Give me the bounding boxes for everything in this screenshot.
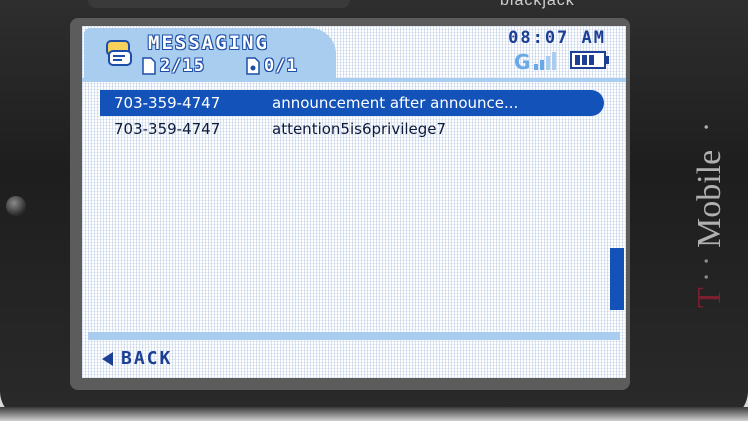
- document-icon: [142, 57, 156, 75]
- back-label: BACK: [121, 348, 173, 369]
- svg-text:·: ·: [690, 122, 723, 132]
- mms-count: 0/1: [264, 56, 298, 76]
- message-sender: 703-359-4747: [114, 120, 221, 138]
- scrollbar[interactable]: [610, 248, 624, 310]
- device-brand-label: blackjack: [500, 0, 575, 9]
- svg-text:Mobile: Mobile: [691, 150, 728, 248]
- svg-text:T: T: [691, 287, 728, 308]
- sms-count: 2/15: [160, 56, 205, 76]
- message-subject: attention5is6privilege7: [272, 120, 447, 138]
- screen: MESSAGING 2/15 0/1 08:07 AM G 703-359-47…: [82, 26, 626, 378]
- back-arrow-icon: [102, 351, 113, 366]
- side-button[interactable]: [6, 196, 26, 216]
- message-subject: announcement after announce...: [272, 94, 519, 112]
- carrier-logo: T · · Mobile ·: [650, 78, 748, 318]
- svg-text:·: ·: [690, 256, 723, 266]
- list-item[interactable]: 703-359-4747 attention5is6privilege7: [100, 116, 604, 142]
- signal-strength-icon: G: [514, 50, 556, 72]
- messaging-icon: [106, 40, 132, 66]
- message-list: 703-359-4747 announcement after announce…: [100, 90, 604, 142]
- phone-body: blackjack T · · Mobile · MESSAGING 2/15 …: [0, 0, 748, 421]
- svg-text:·: ·: [690, 272, 723, 282]
- battery-icon: [570, 51, 609, 69]
- mms-counter: 0/1: [246, 56, 298, 76]
- footer-divider: [88, 332, 620, 340]
- svg-text:G: G: [514, 50, 530, 72]
- header-tab: MESSAGING 2/15 0/1: [84, 28, 336, 82]
- phone-bottom-edge: [0, 407, 748, 421]
- status-clock: 08:07 AM: [508, 28, 606, 48]
- image-document-icon: [246, 57, 260, 75]
- phone-top-edge: [88, 0, 350, 8]
- header-divider: [82, 78, 626, 82]
- page-title: MESSAGING: [148, 32, 269, 54]
- sms-counter: 2/15: [142, 56, 205, 76]
- message-sender: 703-359-4747: [114, 94, 221, 112]
- list-item[interactable]: 703-359-4747 announcement after announce…: [100, 90, 604, 116]
- back-button[interactable]: BACK: [102, 348, 172, 369]
